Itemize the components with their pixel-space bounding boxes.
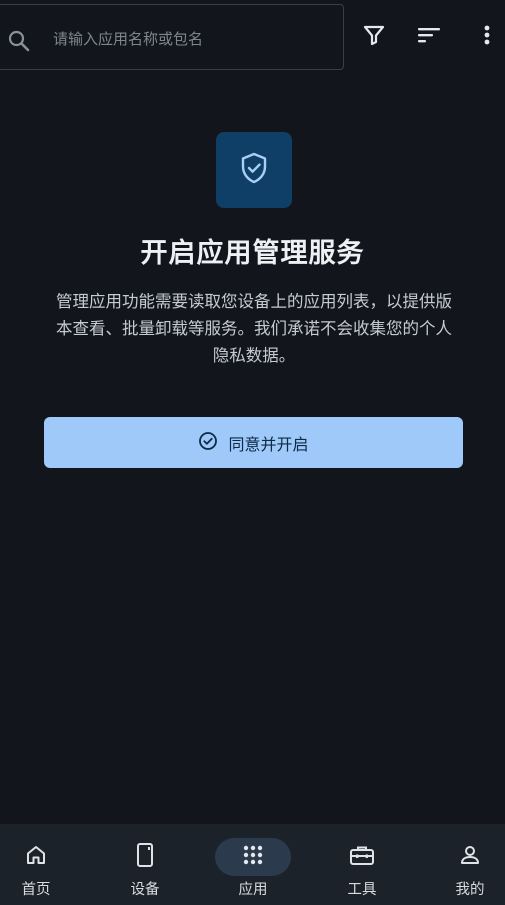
filter-icon (362, 23, 386, 51)
nav-item-home[interactable]: 首页 (0, 824, 81, 905)
nav-icon-wrap (432, 838, 505, 876)
bottom-navigation: 首页 设备 应用 工具 我的 (0, 824, 505, 905)
agree-button-label: 同意并开启 (228, 434, 309, 454)
nav-item-profile[interactable]: 我的 (425, 824, 505, 905)
nav-label-profile: 我的 (455, 882, 485, 898)
search-input[interactable] (53, 25, 323, 53)
agree-and-enable-button[interactable]: 同意并开启 (44, 417, 463, 468)
phone-icon (134, 842, 156, 872)
nav-label-devices: 设备 (130, 882, 160, 898)
nav-label-home: 首页 (21, 882, 51, 898)
apps-grid-icon (242, 844, 264, 870)
nav-icon-wrap (107, 838, 183, 876)
nav-label-apps: 应用 (238, 882, 268, 898)
service-description: 管理应用功能需要读取您设备上的应用列表，以提供版本查看、批量卸载等服务。我们承诺… (56, 292, 452, 365)
search-icon (7, 29, 31, 53)
home-icon (24, 843, 48, 871)
more-vert-icon (482, 23, 492, 51)
nav-item-apps[interactable]: 应用 (208, 824, 298, 905)
nav-icon-wrap-active (215, 838, 291, 876)
nav-icon-wrap (324, 838, 400, 876)
shield-check-icon (238, 151, 270, 189)
nav-icon-wrap (0, 838, 74, 876)
person-icon (458, 843, 482, 871)
top-bar (0, 0, 505, 76)
filter-button[interactable] (359, 22, 389, 52)
nav-item-tools[interactable]: 工具 (317, 824, 407, 905)
page-title: 开启应用管理服务 (140, 238, 365, 269)
search-box[interactable] (0, 4, 344, 70)
shield-tile (216, 132, 292, 208)
nav-label-tools: 工具 (347, 882, 377, 898)
toolbox-icon (349, 843, 375, 871)
nav-item-devices[interactable]: 设备 (100, 824, 190, 905)
sort-icon (416, 23, 442, 51)
check-circle-icon (198, 431, 218, 455)
more-options-button[interactable] (472, 22, 502, 52)
sort-button[interactable] (414, 22, 444, 52)
app-screen: 开启应用管理服务 管理应用功能需要读取您设备上的应用列表，以提供版本查看、批量卸… (0, 0, 505, 905)
